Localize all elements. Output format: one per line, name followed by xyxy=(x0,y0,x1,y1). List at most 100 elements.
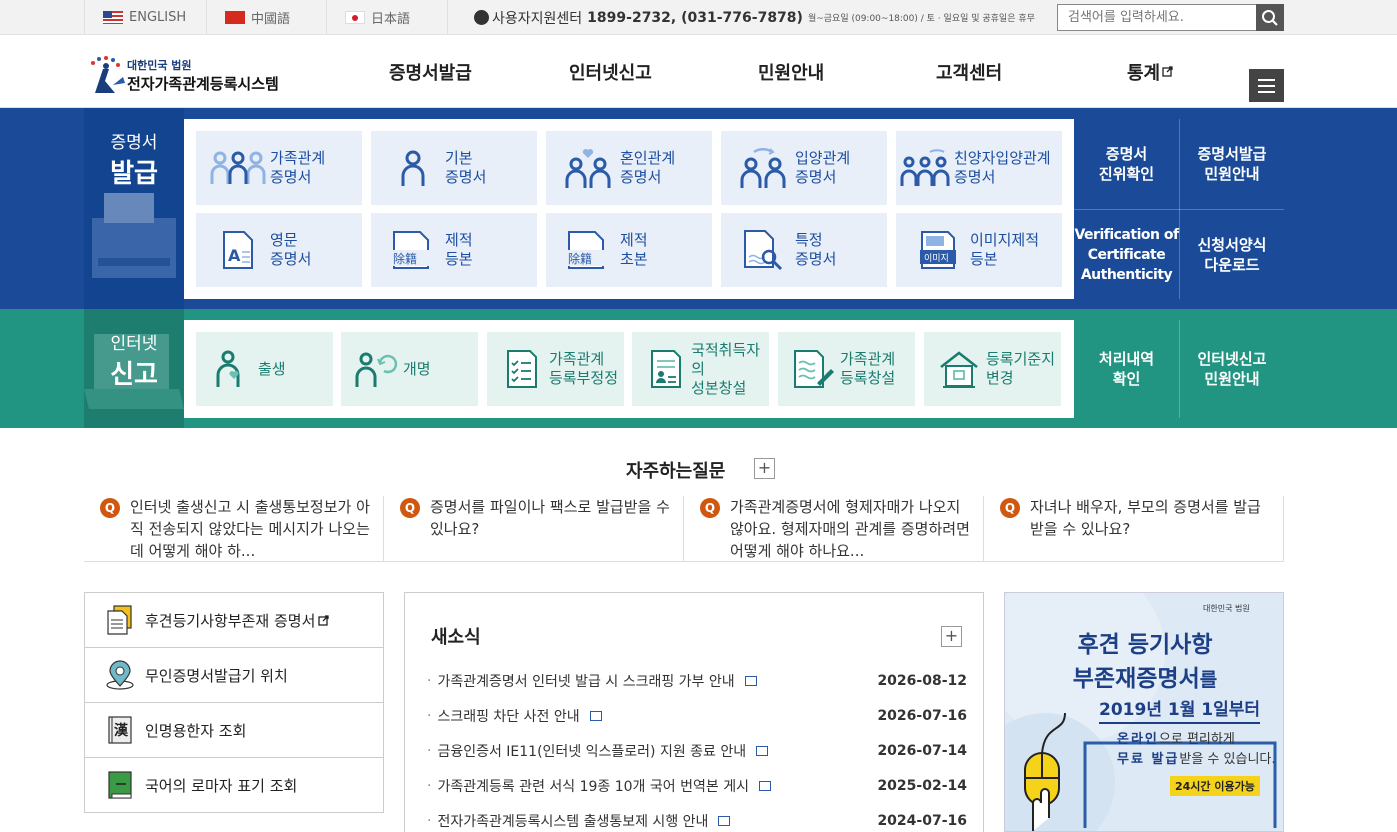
us-flag-icon xyxy=(103,11,123,24)
news-item[interactable]: · 전자가족관계등록시스템 출생통보제 시행 안내 2024-07-16 xyxy=(427,811,967,831)
lang-english-link[interactable]: ENGLISH xyxy=(84,0,206,35)
external-link-icon xyxy=(318,614,330,626)
tile-base-change[interactable]: 등록기준지 변경 xyxy=(924,332,1061,406)
tile-adoption-certificate[interactable]: 입양관계 증명서 xyxy=(721,131,887,205)
image-register-icon: 이미지 xyxy=(910,227,966,273)
quick-link-guardianship[interactable]: 후견등기사항부존재 증명서 xyxy=(85,593,383,648)
faq-question: 가족관계증명서에 형제자매가 나오지 않아요. 형제자매의 관계를 증명하려면 … xyxy=(730,498,970,560)
nav-stats[interactable]: 통계 xyxy=(1127,35,1173,108)
quick-link-label: 후견등기사항부존재 증명서 xyxy=(145,611,316,630)
tile-register-correction-label: 가족관계 등록부정정 xyxy=(549,350,619,387)
faq-q-icon: Q xyxy=(400,498,420,518)
nav-customer-label: 고객센터 xyxy=(936,62,1003,84)
search-button[interactable] xyxy=(1256,4,1284,31)
banner-line2-main: 부존재증명서 xyxy=(1072,666,1200,692)
faq-item[interactable]: Q 인터넷 출생신고 시 출생통보정보가 아직 전송되지 않았다는 메시지가 나… xyxy=(84,496,384,562)
nav-customer[interactable]: 고객센터 xyxy=(936,35,1002,108)
english-doc-icon: A xyxy=(210,227,266,273)
register-create-icon xyxy=(788,346,838,392)
tile-nationality-creation-label: 국적취득자의 성본창설 xyxy=(691,340,761,397)
quick-link-label: 국어의 로마자 표기 조회 xyxy=(145,776,298,795)
tile-full-adoption-label: 친양자입양관계 증명서 xyxy=(954,149,1051,186)
tile-register-correction[interactable]: 가족관계 등록부정정 xyxy=(487,332,624,406)
tile-removed-register-label: 제적 등본 xyxy=(445,231,473,268)
banner-line5: 무료 발급받을 수 있습니다. xyxy=(1117,748,1276,767)
lang-chinese-link[interactable]: 中國語 xyxy=(206,0,326,35)
support-center: 사용자지원센터 1899-2732, (031-776-7878) 월~금요일 … xyxy=(474,0,1035,35)
svg-text:除籍: 除籍 xyxy=(568,251,592,266)
site-logo[interactable]: 대한민국 법원 전자가족관계등록시스템 xyxy=(85,55,279,95)
external-link-icon xyxy=(1162,66,1173,77)
tile-specific-label: 특정 증명서 xyxy=(795,231,837,268)
news-item-title: 가족관계증명서 인터넷 발급 시 스크래핑 가부 안내 xyxy=(437,674,735,690)
guardianship-banner[interactable]: 대한민국 법원 후견 등기사항 부존재증명서를 2019년 1월 1일부터 온라… xyxy=(1004,592,1284,832)
adoption-icon xyxy=(735,145,791,191)
search-input[interactable] xyxy=(1058,5,1256,30)
couple-heart-icon xyxy=(560,145,616,191)
support-hours: 월~금요일 (09:00~18:00) / 토 · 일요일 및 공휴일은 휴무 xyxy=(807,14,1035,24)
news-item[interactable]: · 금융인증서 IE11(인터넷 익스플로러) 지원 종료 안내 2026-07-1… xyxy=(427,741,967,761)
tile-register-creation[interactable]: 가족관계 등록창설 xyxy=(778,332,915,406)
family-adoption-icon xyxy=(900,145,950,191)
memo-icon xyxy=(589,711,602,721)
tile-removed-register[interactable]: 除籍 제적 등본 xyxy=(371,213,537,287)
tile-family-label: 가족관계 증명서 xyxy=(270,149,326,186)
news-item-title: 금융인증서 IE11(인터넷 익스플로러) 지원 종료 안내 xyxy=(437,744,747,760)
person-icon xyxy=(385,145,441,191)
jp-flag-icon xyxy=(345,11,365,24)
nav-civil[interactable]: 민원안내 xyxy=(758,35,824,108)
nationality-doc-icon xyxy=(642,346,689,392)
quick-link-kiosk-location[interactable]: 무인증명서발급기 위치 xyxy=(85,648,383,703)
link-report-guide[interactable]: 인터넷신고 민원안내 xyxy=(1180,320,1284,418)
news-more-button[interactable]: + xyxy=(941,626,962,647)
nav-issue[interactable]: 증명서발급 xyxy=(389,35,472,108)
tile-removed-abstract-label: 제적 초본 xyxy=(620,231,648,268)
tile-family-certificate[interactable]: 가족관계 증명서 xyxy=(196,131,362,205)
phone-icon xyxy=(474,10,489,25)
rename-icon xyxy=(351,346,401,392)
tile-specific-certificate[interactable]: 특정 증명서 xyxy=(721,213,887,287)
faq-q-icon: Q xyxy=(1000,498,1020,518)
link-form-download[interactable]: 신청서양식 다운로드 xyxy=(1180,210,1284,300)
link-issue-guide[interactable]: 증명서발급 민원안내 xyxy=(1180,119,1284,209)
tile-basic-certificate[interactable]: 기본 증명서 xyxy=(371,131,537,205)
tile-birth[interactable]: 출생 xyxy=(196,332,333,406)
search-doc-icon xyxy=(735,227,791,273)
link-verification-english[interactable]: Verification of Certificate Authenticity xyxy=(1074,210,1179,300)
quick-link-hanja[interactable]: 漢 인명용한자 조회 xyxy=(85,703,383,758)
hamburger-menu-button[interactable] xyxy=(1249,69,1284,102)
lang-japanese-label: 日本語 xyxy=(371,12,411,27)
nav-issue-label: 증명서발급 xyxy=(389,62,472,84)
lang-chinese-label: 中國語 xyxy=(251,12,291,27)
news-item-date: 2026-07-14 xyxy=(877,743,967,759)
faq-item[interactable]: Q 가족관계증명서에 형제자매가 나오지 않아요. 형제자매의 관계를 증명하려… xyxy=(684,496,984,562)
tile-base-change-label: 등록기준지 변경 xyxy=(986,350,1056,387)
tile-adoption-label: 입양관계 증명서 xyxy=(795,149,851,186)
news-item[interactable]: · 가족관계증명서 인터넷 발급 시 스크래핑 가부 안내 2026-08-12 xyxy=(427,671,967,691)
memo-icon xyxy=(744,676,757,686)
lang-japanese-link[interactable]: 日本語 xyxy=(326,0,448,35)
news-item[interactable]: · 가족관계등록 관련 서식 19종 10개 국어 번역본 게시 2025-02-1… xyxy=(427,776,967,796)
faq-item[interactable]: Q 자녀나 배우자, 부모의 증명서를 발급받을 수 있나요? xyxy=(984,496,1284,562)
tile-image-register[interactable]: 이미지 이미지제적 등본 xyxy=(896,213,1062,287)
svg-text:A: A xyxy=(228,246,241,265)
tile-full-adoption-certificate[interactable]: 친양자입양관계 증명서 xyxy=(896,131,1062,205)
tile-removed-abstract[interactable]: 除籍 제적 초본 xyxy=(546,213,712,287)
family-icon xyxy=(210,145,266,191)
link-process-check[interactable]: 처리내역 확인 xyxy=(1074,320,1179,418)
tile-rename[interactable]: 개명 xyxy=(341,332,478,406)
logo-title: 전자가족관계등록시스템 xyxy=(127,74,279,93)
tile-marriage-certificate[interactable]: 혼인관계 증명서 xyxy=(546,131,712,205)
link-certificate-verify[interactable]: 증명서 진위확인 xyxy=(1074,119,1179,209)
correction-doc-icon xyxy=(497,346,547,392)
faq-item[interactable]: Q 증명서를 파일이나 팩스로 발급받을 수 있나요? xyxy=(384,496,684,562)
quick-link-romanization[interactable]: 국어의 로마자 표기 조회 xyxy=(85,758,383,813)
news-panel: 새소식 + · 가족관계증명서 인터넷 발급 시 스크래핑 가부 안내 2026-0… xyxy=(404,592,984,832)
nav-report[interactable]: 인터넷신고 xyxy=(569,35,652,108)
tile-nationality-creation[interactable]: 국적취득자의 성본창설 xyxy=(632,332,769,406)
search-icon xyxy=(1262,9,1278,26)
faq-q-icon: Q xyxy=(700,498,720,518)
faq-more-button[interactable]: + xyxy=(754,458,775,479)
news-item[interactable]: · 스크래핑 차단 사전 안내 2026-07-16 xyxy=(427,706,967,726)
tile-english-certificate[interactable]: A 영문 증명서 xyxy=(196,213,362,287)
